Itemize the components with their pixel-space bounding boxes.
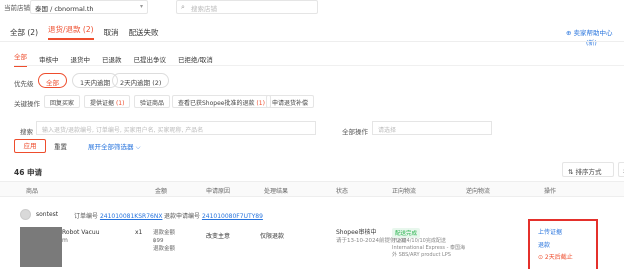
amount-line: 退款金额 <box>153 230 176 236</box>
quantity: x1 <box>135 229 143 236</box>
apply-button[interactable]: 应用 <box>14 139 46 153</box>
col-result: 处理结果 <box>264 188 289 195</box>
search-input[interactable]: 输入退货/退款编号, 订单编号, 买家用户名, 买家昵称, 产品名 <box>36 121 316 135</box>
op-approved-refunds[interactable]: 查看已获Shopee批准的退款 (1) <box>172 95 271 108</box>
order-number: 订单编号 241010081KSR76NX <box>74 211 162 220</box>
priority-label: 优先级 <box>14 80 34 88</box>
sort-button[interactable]: ⇅ 排序方式 <box>562 162 614 177</box>
op-label: 查看已获Shopee批准的退款 <box>178 100 255 107</box>
actions-highlight: 上传证据 退款 ⊙ 2天后截止 <box>528 219 598 269</box>
product-sku: m <box>62 237 68 244</box>
op-provide-evidence[interactable]: 提供证据 (1) <box>84 95 131 108</box>
search-label: 搜索 <box>20 128 33 136</box>
tab-cancel[interactable]: 取消 <box>104 27 119 38</box>
op-return-compensation[interactable]: 申请退货补偿 <box>266 95 315 108</box>
logistics-info: 于2024/10/10完成配送 International Express - … <box>392 238 466 258</box>
help-sub: (新) <box>586 40 597 47</box>
op-count: (1) <box>256 100 265 107</box>
main-tabs: 全部 (2) 退货/退款 (2) 取消 配送失败 <box>10 24 169 40</box>
amount: 退款金额 ฿99 退款金额 <box>153 229 175 253</box>
help-icon: ⊕ <box>566 29 572 37</box>
priority-all-chip[interactable]: 全部 <box>38 73 67 88</box>
col-status: 状态 <box>336 188 349 195</box>
op-reply-buyer[interactable]: 回复买家 <box>44 95 81 108</box>
subtab-disputed[interactable]: 已提出争议 <box>134 54 167 64</box>
store-select[interactable]: 泰国 / cbnormal.th ▾ <box>30 0 148 14</box>
store-label: 当前店铺 <box>4 4 30 12</box>
subtab-returning[interactable]: 退货中 <box>71 54 91 64</box>
deadline-text: ⊙ 2天后截止 <box>538 254 573 261</box>
col-reverse-logistics: 逆向物流 <box>466 188 491 195</box>
priority-2day-chip[interactable]: 2天内逾期 (2) <box>112 73 170 88</box>
col-reason: 申请原因 <box>206 188 231 195</box>
op-verify-item[interactable]: 验证商品 <box>134 95 171 108</box>
op-label: 提供证据 <box>90 100 115 107</box>
status-badge: 配送完成 <box>392 228 421 238</box>
all-ops-placeholder: 请选择 <box>378 127 397 134</box>
order-label: 订单编号 <box>74 213 99 220</box>
table-header: 商品 金额 申请原因 处理结果 状态 正向物流 逆向物流 操作 <box>0 181 624 197</box>
help-label: 卖家帮助中心 <box>573 29 613 37</box>
col-amount: 金额 <box>155 188 168 195</box>
col-actions: 操作 <box>544 188 557 195</box>
avatar <box>20 209 31 220</box>
col-forward-logistics: 正向物流 <box>392 188 417 195</box>
order-number-link[interactable]: 241010081KSR76NX <box>100 213 163 220</box>
divider <box>14 65 624 66</box>
store-search-input[interactable]: ⌕ 搜索店铺 <box>176 0 318 14</box>
col-product: 商品 <box>26 188 39 195</box>
store-search-placeholder: 搜索店铺 <box>191 5 217 13</box>
subtab-rejected[interactable]: 已拒绝/取消 <box>178 54 213 64</box>
product-image <box>20 227 62 267</box>
top-bar: 当前店铺 泰国 / cbnormal.th ▾ ⌕ 搜索店铺 <box>0 0 624 20</box>
tab-all[interactable]: 全部 (2) <box>10 27 38 38</box>
refund-number: 退款申请编号 241010080F7UTY89 <box>164 211 263 220</box>
request-count: 46 申请 <box>14 168 43 177</box>
export-button[interactable]: 导 <box>618 162 624 177</box>
refund-number-link[interactable]: 241010080F7UTY89 <box>202 213 263 220</box>
product-name: Robot Vacuu <box>62 229 100 236</box>
key-ops-label: 关键操作 <box>14 100 40 108</box>
chevron-down-icon: ▾ <box>139 3 143 10</box>
op-count: (1) <box>115 100 125 107</box>
store-value: 泰国 / cbnormal.th <box>35 5 94 13</box>
search-icon: ⌕ <box>181 3 185 11</box>
refund-result: 仅限退款 <box>260 233 285 240</box>
amount-line: ฿99 <box>153 238 164 244</box>
buyer-name[interactable]: sontest <box>36 211 58 218</box>
search-placeholder: 输入退货/退款编号, 订单编号, 买家用户名, 买家昵称, 产品名 <box>42 127 204 134</box>
refund-label: 退款申请编号 <box>164 213 201 220</box>
op-label: 回复买家 <box>50 100 75 107</box>
subtab-reviewing[interactable]: 审核中 <box>39 54 59 64</box>
reset-button[interactable]: 重置 <box>54 141 67 151</box>
divider <box>0 41 624 42</box>
tab-return-refund[interactable]: 退货/退款 (2) <box>48 24 94 40</box>
upload-evidence-link[interactable]: 上传证据 <box>538 227 562 236</box>
seller-help-center-link[interactable]: ⊕ 卖家帮助中心 <box>566 27 612 37</box>
op-label: 申请退货补偿 <box>272 100 309 107</box>
amount-line: 退款金额 <box>153 246 176 252</box>
refund-link[interactable]: 退款 <box>538 240 550 249</box>
subtab-refunded[interactable]: 已退款 <box>102 54 122 64</box>
all-ops-select[interactable]: 请选择 <box>372 121 492 135</box>
tab-delivery-failed[interactable]: 配送失败 <box>129 27 159 38</box>
expand-filters-link[interactable]: 展开全部筛选器 ⌵ <box>88 141 141 152</box>
op-label: 验证商品 <box>140 100 165 107</box>
all-ops-label: 全部操作 <box>342 128 368 136</box>
refund-reason: 改变主意 <box>206 233 231 240</box>
